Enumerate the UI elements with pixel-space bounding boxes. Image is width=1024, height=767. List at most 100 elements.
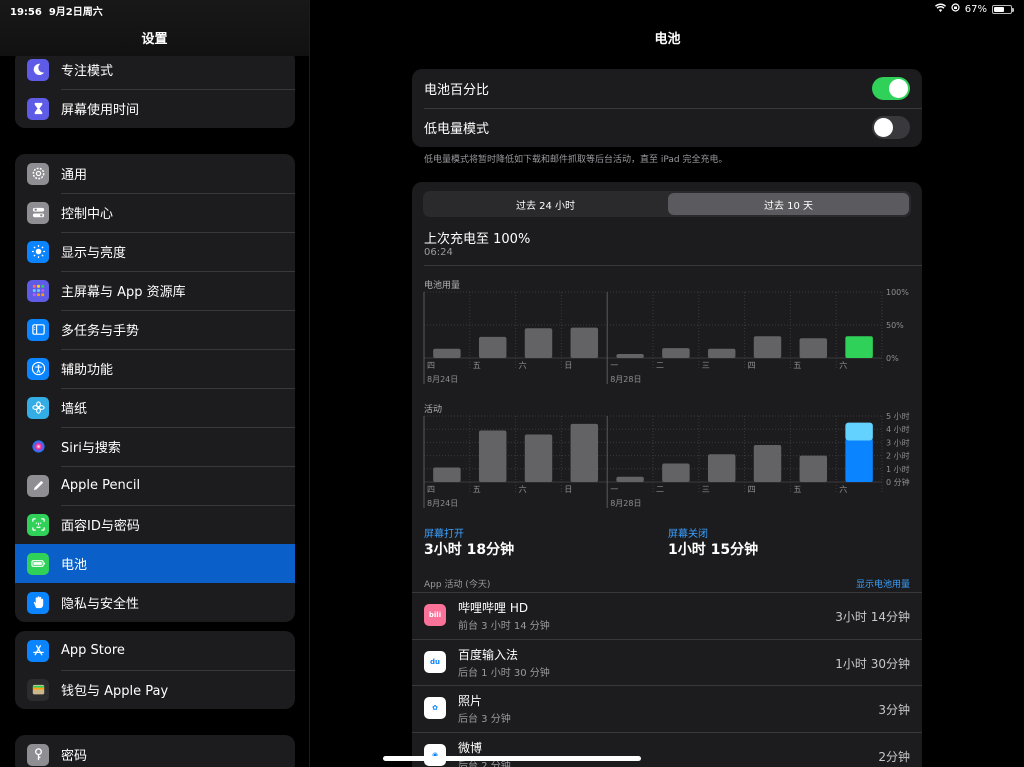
x-tick-label: 一 bbox=[610, 361, 618, 370]
sidebar-item-switches[interactable]: 控制中心 bbox=[15, 193, 295, 232]
activity-bar bbox=[433, 467, 461, 482]
sidebar-item-sun[interactable]: 显示与亮度 bbox=[15, 232, 295, 271]
wifi-icon bbox=[934, 3, 946, 15]
activity-bar bbox=[524, 434, 553, 482]
hand-icon bbox=[27, 591, 49, 614]
sidebar-item-wallet[interactable]: 钱包与 Apple Pay bbox=[15, 670, 295, 709]
screen-on-label: 屏幕打开 bbox=[424, 529, 464, 540]
appstore-icon bbox=[27, 639, 49, 662]
usage-bar bbox=[616, 354, 644, 358]
last-charge-label: 上次充电至 100% bbox=[424, 232, 531, 247]
sidebar-item-multitask[interactable]: 多任务与手势 bbox=[15, 310, 295, 349]
x-tick-label: 一 bbox=[610, 485, 618, 494]
y-tick-label: 100% bbox=[886, 288, 909, 297]
low-power-row: 低电量模式 bbox=[412, 108, 922, 147]
siri-icon bbox=[27, 435, 49, 458]
app-usage-detail: 前台 3 小时 14 分钟 bbox=[458, 621, 550, 632]
app-row[interactable]: ◉ 微博 后台 2 分钟 2分钟 bbox=[412, 731, 922, 767]
screen-on-value: 3小时 18分钟 bbox=[424, 542, 515, 558]
x-tick-label: 六 bbox=[839, 360, 847, 370]
sidebar-item-key[interactable]: 密码 bbox=[15, 735, 295, 767]
battery-page: 电池 电池百分比 低电量模式 低电量模式将暂时降低如下载和邮件抓取等后台活动，直… bbox=[311, 0, 1024, 767]
battery-percentage-switch[interactable] bbox=[872, 77, 910, 100]
usage-bar bbox=[799, 338, 828, 358]
x-tick-label: 二 bbox=[656, 485, 664, 494]
activity-bar bbox=[478, 430, 507, 482]
x-tick-label: 四 bbox=[427, 361, 435, 370]
battery-settings-card: 电池百分比 低电量模式 bbox=[412, 69, 922, 147]
sidebar-item-hand[interactable]: 隐私与安全性 bbox=[15, 583, 295, 622]
app-row[interactable]: ✿ 照片 后台 3 分钟 3分钟 bbox=[412, 685, 922, 731]
x-tick-label: 四 bbox=[748, 361, 756, 370]
activity-bar bbox=[753, 445, 782, 482]
app-row[interactable]: du 百度输入法 后台 1 小时 30 分钟 1小时 30分钟 bbox=[412, 638, 922, 685]
usage-bar bbox=[433, 348, 461, 358]
sidebar-item-label: 多任务与手势 bbox=[61, 324, 140, 339]
low-power-label: 低电量模式 bbox=[424, 122, 490, 137]
sidebar-item-grid[interactable]: 主屏幕与 App 资源库 bbox=[15, 271, 295, 310]
sidebar-group-focus: 专注模式 屏幕使用时间 bbox=[15, 50, 295, 128]
sidebar-item-flower[interactable]: 墙纸 bbox=[15, 388, 295, 427]
battery-percentage-label: 电池百分比 bbox=[424, 83, 490, 98]
sidebar-group-store: App Store 钱包与 Apple Pay bbox=[15, 631, 295, 709]
app-duration: 2分钟 bbox=[878, 749, 910, 764]
y-tick-label: 0% bbox=[886, 354, 899, 363]
last-charge-time: 06:24 bbox=[424, 247, 453, 258]
wallet-icon bbox=[27, 678, 49, 701]
y-tick-label: 3 小时 bbox=[886, 437, 910, 447]
x-tick-label: 六 bbox=[519, 484, 527, 494]
app-name: 哔哩哔哩 HD bbox=[458, 601, 529, 615]
sidebar-group-system: 通用 控制中心显示与亮度主屏幕与 App 资源库多任务与手势 辅助功能墙纸 Siri与… bbox=[15, 154, 295, 622]
status-time: 19:56 bbox=[10, 7, 42, 18]
battery-level-icon bbox=[992, 4, 1014, 14]
app-activity-label: App 活动 (今天) bbox=[424, 580, 491, 590]
pencil-icon bbox=[27, 474, 49, 497]
sidebar-item-pencil[interactable]: Apple Pencil bbox=[15, 466, 295, 505]
sidebar-item-accessibility[interactable]: 辅助功能 bbox=[15, 349, 295, 388]
x-tick-label: 五 bbox=[793, 485, 801, 494]
usage-bar bbox=[662, 348, 690, 358]
activity-bar bbox=[707, 454, 736, 482]
sidebar-item-gear[interactable]: 通用 bbox=[15, 154, 295, 193]
x-tick-label: 四 bbox=[748, 485, 756, 494]
date-label: 8月24日 bbox=[427, 499, 458, 508]
sidebar-item-faceid[interactable]: 面容ID与密码 bbox=[15, 505, 295, 544]
activity-bar bbox=[799, 455, 828, 482]
sidebar-item-hourglass[interactable]: 屏幕使用时间 bbox=[15, 89, 295, 128]
moon-icon bbox=[27, 58, 49, 81]
gear-icon bbox=[27, 162, 49, 185]
app-activity-header: App 活动 (今天) 显示电池用量 bbox=[424, 577, 910, 590]
sidebar-item-label: 隐私与安全性 bbox=[61, 597, 140, 612]
sidebar-item-label: Siri与搜索 bbox=[61, 441, 121, 456]
battery-percent: 67% bbox=[964, 3, 987, 15]
sidebar-item-label: 辅助功能 bbox=[61, 363, 114, 378]
sidebar-item-appstore[interactable]: App Store bbox=[15, 631, 295, 670]
x-tick-label: 五 bbox=[473, 485, 481, 494]
y-tick-label: 2 小时 bbox=[886, 451, 910, 461]
app-duration: 3分钟 bbox=[878, 703, 910, 717]
show-battery-usage-link[interactable]: 显示电池用量 bbox=[856, 577, 910, 590]
tab-last-10-days[interactable]: 过去 10 天 bbox=[668, 193, 909, 215]
sidebar-item-label: 显示与亮度 bbox=[61, 246, 127, 261]
sidebar-item-battery[interactable]: 电池 bbox=[15, 544, 295, 583]
app-row[interactable]: bili 哔哩哔哩 HD 前台 3 小时 14 分钟 3小时 14分钟 bbox=[412, 592, 922, 638]
time-range-segmented-control: 过去 24 小时 过去 10 天 bbox=[423, 191, 911, 217]
y-tick-label: 1 小时 bbox=[886, 464, 910, 474]
app-duration: 3小时 14分钟 bbox=[835, 610, 910, 624]
tab-last-24-hours[interactable]: 过去 24 小时 bbox=[425, 193, 666, 215]
status-bar: 19:56 9月2日周六 67% bbox=[0, 0, 1024, 18]
usage-bar bbox=[570, 327, 599, 358]
home-indicator[interactable] bbox=[383, 756, 641, 761]
page-title: 电池 bbox=[654, 32, 681, 47]
y-tick-label: 5 小时 bbox=[886, 412, 910, 421]
faceid-icon bbox=[27, 513, 49, 536]
activity-bar bbox=[616, 476, 644, 482]
low-power-switch[interactable] bbox=[872, 116, 910, 139]
activity-chart: 5 小时 4 小时 3 小时 2 小时 1 小时 0 分钟四 五 六 日 一 二 三 四 五 六 8月24日 8… bbox=[423, 412, 910, 508]
sun-icon bbox=[27, 240, 49, 263]
sidebar-item-siri[interactable]: Siri与搜索 bbox=[15, 427, 295, 466]
activity-bar-screen-on bbox=[845, 438, 873, 482]
sidebar-item-label: 钱包与 Apple Pay bbox=[61, 684, 169, 699]
y-tick-label: 50% bbox=[886, 321, 904, 330]
photos-icon: ✿ bbox=[424, 697, 446, 719]
